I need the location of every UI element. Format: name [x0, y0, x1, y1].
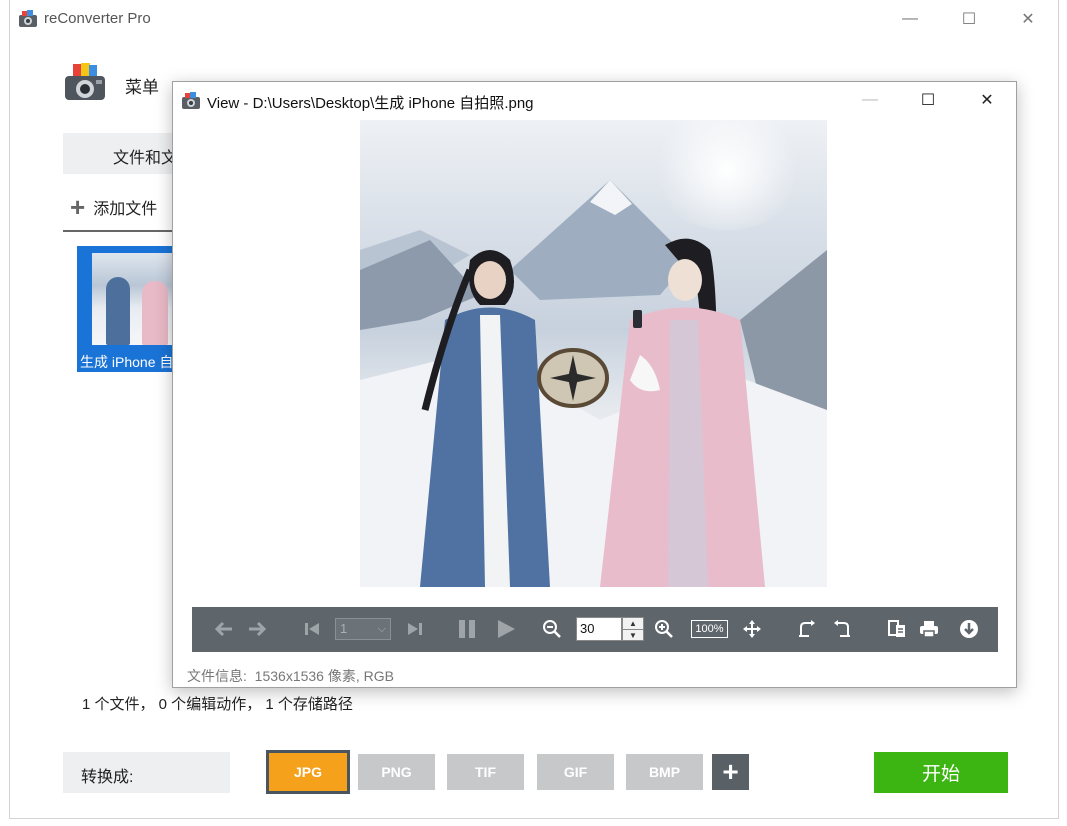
zoom-stepper[interactable]: ▲ ▼	[622, 617, 644, 641]
add-files-button[interactable]: + 添加文件	[70, 192, 158, 222]
start-button[interactable]: 开始	[874, 752, 1008, 793]
zoom-up-icon[interactable]: ▲	[623, 618, 643, 629]
pause-icon[interactable]	[455, 617, 479, 641]
thumbnail-label: 生成 iPhone 自	[80, 354, 174, 370]
status-summary: 1 个文件， 0 个编辑动作， 1 个存储路径	[82, 696, 353, 713]
menu-label[interactable]: 菜单	[125, 73, 159, 98]
file-info-value: 1536x1536 像素, RGB	[254, 668, 394, 684]
add-files-label: 添加文件	[93, 201, 158, 218]
forward-icon[interactable]	[245, 617, 269, 641]
format-tif-button[interactable]: TIF	[447, 754, 524, 790]
view-title: View - D:\Users\Desktop\生成 iPhone 自拍照.pn…	[207, 95, 534, 112]
format-gif-button[interactable]: GIF	[537, 754, 614, 790]
menu-logo-icon[interactable]	[63, 62, 107, 104]
rotate-right-icon[interactable]	[830, 617, 854, 641]
print-icon[interactable]	[917, 617, 941, 641]
main-titlebar: reConverter Pro — ☐ ✕	[10, 0, 1058, 38]
format-jpg-button[interactable]: JPG	[266, 750, 350, 794]
view-close-button[interactable]: ✕	[972, 89, 1002, 111]
rotate-left-icon[interactable]	[795, 617, 819, 641]
download-icon[interactable]	[957, 617, 981, 641]
maximize-button[interactable]: ☐	[954, 8, 984, 30]
page-select[interactable]: 1 ⌵	[335, 618, 391, 640]
convert-to-label: 转换成:	[81, 769, 134, 786]
move-icon[interactable]	[740, 617, 764, 641]
file-info-label: 文件信息:	[187, 668, 247, 684]
play-icon[interactable]	[494, 617, 518, 641]
properties-icon[interactable]	[885, 617, 909, 641]
viewer-toolbar: 1 ⌵ 30 ▲ ▼ 100%	[192, 607, 998, 652]
view-titlebar: View - D:\Users\Desktop\生成 iPhone 自拍照.pn…	[173, 82, 1016, 118]
minimize-button[interactable]: —	[895, 8, 925, 30]
close-button[interactable]: ✕	[1013, 8, 1043, 30]
view-maximize-button[interactable]: ☐	[913, 89, 943, 111]
zoom-down-icon[interactable]: ▼	[623, 629, 643, 640]
skip-first-icon[interactable]	[300, 617, 324, 641]
page-select-value: 1	[340, 621, 348, 636]
convert-to-label-box: 转换成:	[63, 752, 230, 793]
skip-last-icon[interactable]	[403, 617, 427, 641]
zoom-in-icon[interactable]	[652, 617, 676, 641]
zoom-100-button[interactable]: 100%	[691, 620, 728, 638]
view-minimize-button[interactable]: —	[855, 89, 885, 111]
format-png-button[interactable]: PNG	[358, 754, 435, 790]
view-window: View - D:\Users\Desktop\生成 iPhone 自拍照.pn…	[172, 81, 1017, 688]
file-thumbnail[interactable]: 生成 iPhone 自	[77, 246, 177, 372]
preview-image	[360, 120, 827, 587]
app-title: reConverter Pro	[44, 10, 151, 27]
zoom-input[interactable]: 30	[576, 617, 622, 641]
view-app-icon	[182, 92, 200, 109]
thumbnail-image	[92, 253, 177, 345]
app-camera-icon	[19, 10, 37, 27]
chevron-down-icon: ⌵	[377, 623, 386, 635]
back-icon[interactable]	[212, 617, 236, 641]
format-bmp-button[interactable]: BMP	[626, 754, 703, 790]
add-format-button[interactable]: +	[712, 754, 749, 790]
plus-icon: +	[70, 192, 86, 222]
list-divider	[63, 230, 183, 232]
zoom-out-icon[interactable]	[540, 617, 564, 641]
tab-files-label: 文件和文	[113, 150, 178, 167]
file-info: 文件信息: 1536x1536 像素, RGB	[187, 666, 394, 686]
